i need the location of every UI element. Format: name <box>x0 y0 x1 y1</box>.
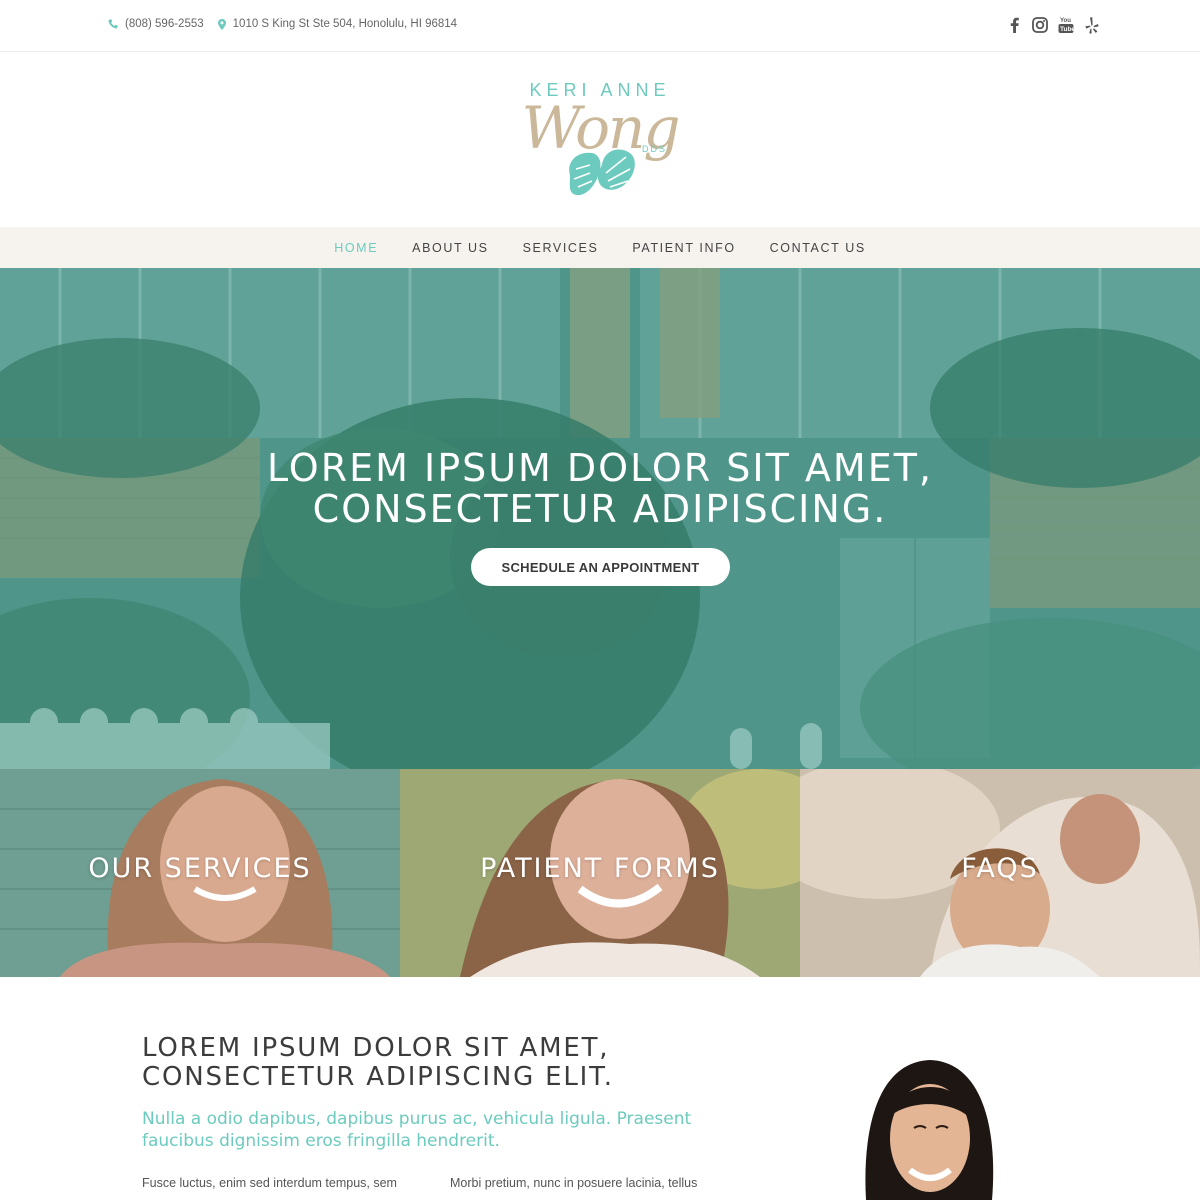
intro-body-column-2: Morbi pretium, nunc in posuere lacinia, … <box>450 1176 698 1190</box>
tile-our-services[interactable]: OUR SERVICES <box>0 769 400 977</box>
facebook-icon[interactable] <box>1006 16 1022 34</box>
intro-heading: LOREM IPSUM DOLOR SIT AMET, CONSECTETUR … <box>142 1034 742 1092</box>
hero-title: LOREM IPSUM DOLOR SIT AMET, CONSECTETUR … <box>0 448 1200 530</box>
dentist-portrait <box>858 1058 1000 1200</box>
address-text: 1010 S King St Ste 504, Honolulu, HI 968… <box>232 18 458 30</box>
tile-label-our-services: OUR SERVICES <box>88 853 312 884</box>
brand-logo[interactable]: KERI ANNE Wong DDS <box>490 78 710 203</box>
schedule-appointment-button[interactable]: SCHEDULE AN APPOINTMENT <box>471 548 730 586</box>
svg-text:Tube: Tube <box>1060 26 1074 33</box>
map-pin-icon <box>217 18 226 30</box>
nav-services[interactable]: SERVICES <box>523 241 599 255</box>
feature-tiles: OUR SERVICES PATIENT FORMS FAQS <box>0 769 1200 977</box>
hero-title-line-2: CONSECTETUR ADIPISCING. <box>312 487 888 531</box>
contact-info: (808) 596-2553 1010 S King St Ste 504, H… <box>108 18 471 30</box>
hero-title-line-1: LOREM IPSUM DOLOR SIT AMET, <box>266 446 933 490</box>
tile-faqs[interactable]: FAQS <box>800 769 1200 977</box>
tile-label-faqs: FAQS <box>961 853 1039 884</box>
intro-subheading: Nulla a odio dapibus, dapibus purus ac, … <box>142 1109 692 1151</box>
yelp-icon[interactable] <box>1084 16 1100 34</box>
instagram-icon[interactable] <box>1032 16 1048 34</box>
nav-home[interactable]: HOME <box>334 241 378 255</box>
intro-body-column-1: Fusce luctus, enim sed interdum tempus, … <box>142 1176 397 1190</box>
intro-heading-line-1: LOREM IPSUM DOLOR SIT AMET, <box>142 1033 610 1063</box>
social-links: You Tube <box>1006 16 1100 34</box>
nav-contact-us[interactable]: CONTACT US <box>770 241 866 255</box>
main-nav: HOME ABOUT US SERVICES PATIENT INFO CONT… <box>0 227 1200 268</box>
nav-about-us[interactable]: ABOUT US <box>412 241 488 255</box>
top-bar: (808) 596-2553 1010 S King St Ste 504, H… <box>0 0 1200 52</box>
phone-link[interactable]: (808) 596-2553 <box>108 18 204 30</box>
hero-banner: LOREM IPSUM DOLOR SIT AMET, CONSECTETUR … <box>0 268 1200 769</box>
phone-number: (808) 596-2553 <box>125 18 204 30</box>
tile-patient-forms[interactable]: PATIENT FORMS <box>400 769 800 977</box>
youtube-icon[interactable]: You Tube <box>1058 16 1074 34</box>
nav-patient-info[interactable]: PATIENT INFO <box>632 241 735 255</box>
svg-text:You: You <box>1060 18 1071 24</box>
phone-icon <box>108 19 118 29</box>
tile-label-patient-forms: PATIENT FORMS <box>480 853 720 884</box>
monstera-leaf-icon <box>569 149 635 196</box>
intro-heading-line-2: CONSECTETUR ADIPISCING ELIT. <box>142 1062 614 1092</box>
address-link[interactable]: 1010 S King St Ste 504, Honolulu, HI 968… <box>217 18 458 30</box>
